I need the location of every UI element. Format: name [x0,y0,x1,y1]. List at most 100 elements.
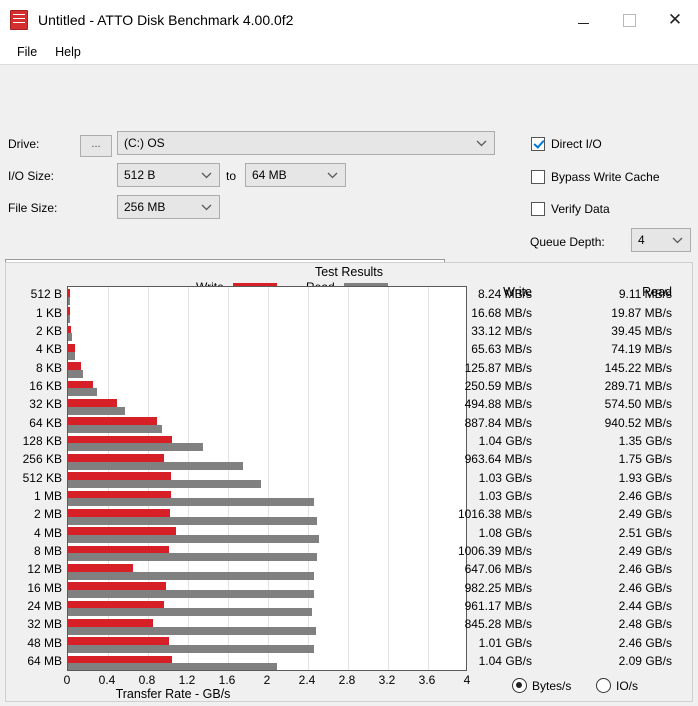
io-size-from-select[interactable]: 512 B [117,163,220,187]
table-cell-read: 74.19 MB/s [611,342,672,357]
table-cell-write: 1.08 GB/s [478,525,532,540]
chart-x-tick: 2.4 [298,673,316,687]
io-size-to-value: 64 MB [252,168,287,182]
queue-depth-select[interactable]: 4 [631,228,691,252]
radio-icon [512,678,527,693]
table-cell-write: 250.59 MB/s [464,378,532,393]
table-cell-read: 2.48 GB/s [618,617,672,632]
table-cell-read: 289.71 MB/s [604,378,672,393]
table-cell-read: 2.46 GB/s [618,488,672,503]
chart-bar-read [68,498,314,507]
units-io-radio[interactable]: IO/s [596,678,638,693]
chart-y-label: 12 MB [27,562,62,577]
drive-browse-button[interactable]: ... [80,135,112,157]
chart-y-label: 256 KB [22,452,62,467]
table-cell-write: 982.25 MB/s [464,580,532,595]
table-cell-read: 2.49 GB/s [618,543,672,558]
io-size-from-value: 512 B [124,168,156,182]
chart-bar-read [68,333,72,342]
table-cell-read: 1.93 GB/s [618,470,672,485]
table-cell-read: 2.46 GB/s [618,562,672,577]
chart-bar-read [68,571,314,580]
table-cell-read: 2.46 GB/s [618,635,672,650]
table-cell-read: 940.52 MB/s [604,415,672,430]
menu-item-help[interactable]: Help [46,43,90,61]
chart-bar-read [68,314,70,323]
verify-data-checkbox[interactable]: Verify Data [531,202,610,216]
table-cell-write: 33.12 MB/s [471,323,532,338]
chart-bar-read [68,553,317,562]
chart-bar-read [68,516,317,525]
bypass-write-cache-label: Bypass Write Cache [551,170,660,184]
chart-x-tick: 2 [263,673,271,687]
table-cell-write: 65.63 MB/s [471,342,532,357]
chart-y-label: 4 MB [33,525,62,540]
chart-bar-read [68,626,316,635]
checkbox-icon [531,137,545,151]
maximize-icon[interactable] [606,0,652,40]
chart-bar-read [68,351,76,360]
chart-x-tick: 1.6 [218,673,236,687]
file-size-value: 256 MB [124,200,166,214]
chart-y-label: 16 KB [29,378,62,393]
chart-bar-read [68,461,243,470]
table-cell-read: 2.51 GB/s [618,525,672,540]
table-cell-write: 1.01 GB/s [478,635,532,650]
chart-bar-read [68,663,277,670]
io-size-to-select[interactable]: 64 MB [245,163,346,187]
chevron-down-icon [201,196,212,218]
chart-bar-read [68,369,83,378]
test-results-title: Test Results [314,265,384,279]
close-icon[interactable]: ✕ [652,0,698,40]
table-cell-read: 574.50 MB/s [604,397,672,412]
controls-panel: Drive: ... (C:) OS I/O Size: 512 B to 64… [0,65,698,317]
chart-y-label: 512 B [30,287,62,302]
menu-item-file[interactable]: File [8,43,46,61]
chart-y-label: 64 KB [29,415,62,430]
bypass-write-cache-checkbox[interactable]: Bypass Write Cache [531,170,660,184]
table-cell-write: 887.84 MB/s [464,415,532,430]
verify-data-label: Verify Data [551,202,610,216]
table-cell-write: 961.17 MB/s [464,598,532,613]
drive-select-value: (C:) OS [124,136,165,150]
table-cell-write: 845.28 MB/s [464,617,532,632]
io-size-to-label: to [226,169,237,183]
chart-y-label: 2 MB [33,507,62,522]
units-bytes-radio[interactable]: Bytes/s [512,678,571,693]
table-cell-write: 1.03 GB/s [478,470,532,485]
table-cell-read: 1.75 GB/s [618,452,672,467]
table-cell-read: 19.87 MB/s [611,305,672,320]
chart-bar-read [68,534,319,543]
chart-y-label: 2 KB [35,323,62,338]
chart-x-axis-title: Transfer Rate - GB/s [115,687,231,701]
chart-bar-read [68,589,314,598]
drive-label: Drive: [8,137,40,151]
table-cell-read: 1.35 GB/s [618,433,672,448]
table-cell-read: 2.46 GB/s [618,580,672,595]
direct-io-checkbox[interactable]: Direct I/O [531,137,602,151]
table-cell-read: 39.45 MB/s [611,323,672,338]
title-bar: Untitled - ATTO Disk Benchmark 4.00.0f2 … [0,0,698,40]
chart-bar-read [68,406,126,415]
table-cell-write: 1006.39 MB/s [457,543,532,558]
chart-bar-read [68,644,314,653]
queue-depth-label: Queue Depth: [530,235,605,249]
window-title: Untitled - ATTO Disk Benchmark 4.00.0f2 [38,12,294,28]
chevron-down-icon [476,132,487,154]
chart-x-tick: 4 [463,673,471,687]
chart-y-label: 16 MB [27,580,62,595]
minimize-icon[interactable] [560,0,606,40]
table-cell-write: 1.04 GB/s [478,653,532,668]
io-size-label: I/O Size: [8,169,55,183]
chart-y-label: 1 MB [33,488,62,503]
chart-bar-read [68,296,70,305]
file-size-select[interactable]: 256 MB [117,195,220,219]
drive-select[interactable]: (C:) OS [117,131,495,155]
chart-y-label: 8 MB [33,543,62,558]
table-cell-write: 125.87 MB/s [464,360,532,375]
table-cell-write: 1016.38 MB/s [457,507,532,522]
chevron-down-icon [201,164,212,186]
table-cell-read: 9.11 MB/s [618,287,672,302]
chart-y-label: 128 KB [22,433,62,448]
chart-x-tick: 0.4 [98,673,116,687]
